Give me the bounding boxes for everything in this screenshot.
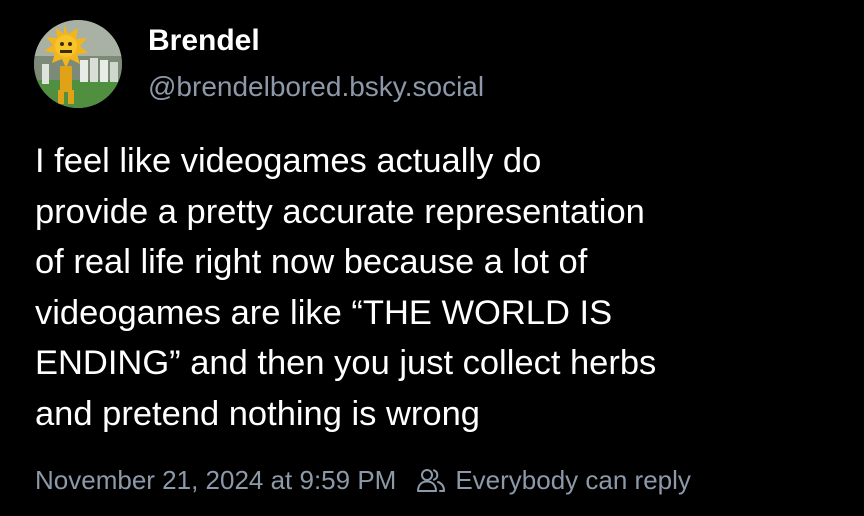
post-text-line: videogames are like “THE WORLD IS <box>35 293 613 332</box>
post-text-line: and pretend nothing is wrong <box>35 394 480 433</box>
reply-setting-label: Everybody can reply <box>455 464 691 495</box>
post: Brendel @brendelbored.bsky.social I feel… <box>0 0 864 516</box>
avatar[interactable] <box>34 20 122 108</box>
post-text-line: ENDING” and then you just collect herbs <box>35 344 657 382</box>
post-text-line: of real life right now because a lot of <box>35 243 588 281</box>
post-text-line: I feel like videogames actually do <box>35 142 542 180</box>
author-handle[interactable]: @brendelbored.bsky.social <box>148 69 484 105</box>
reply-setting[interactable]: Everybody can reply <box>416 465 691 496</box>
post-text-line: provide a pretty accurate representation <box>35 192 645 231</box>
post-meta: November 21, 2024 at 9:59 PM Everybody c… <box>35 460 691 500</box>
post-timestamp[interactable]: November 21, 2024 at 9:59 PM <box>35 465 396 496</box>
avatar-image <box>34 20 122 108</box>
post-text: I feel like videogames actually do provi… <box>35 136 835 439</box>
author-display-name[interactable]: Brendel <box>148 22 260 60</box>
people-icon <box>416 466 446 494</box>
